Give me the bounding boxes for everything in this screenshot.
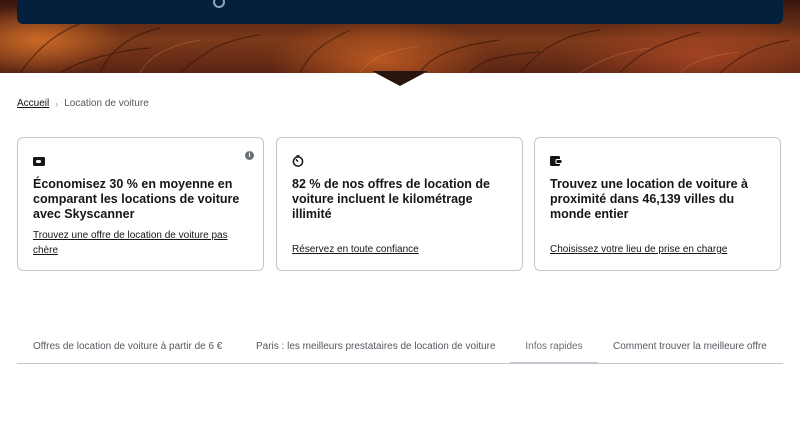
tab-best-offer[interactable]: Comment trouver la meilleure offre (613, 336, 767, 362)
tab-paris-providers[interactable]: Paris : les meilleurs prestataires de lo… (256, 336, 496, 362)
card-title: Économisez 30 % en moyenne en comparant … (33, 177, 240, 221)
card-savings: i Économisez 30 % en moyenne en comparan… (17, 137, 264, 271)
tab-car-deals[interactable]: Offres de location de voiture à partir d… (33, 336, 222, 362)
card-title: Trouvez une location de voiture à proxim… (550, 177, 748, 221)
card-link[interactable]: Choisissez votre lieu de prise en charge (550, 242, 765, 257)
search-icon (213, 0, 225, 8)
stopwatch-icon (292, 155, 304, 167)
card-link[interactable]: Trouvez une offre de location de voiture… (33, 228, 248, 258)
breadcrumb: Accueil › Location de voiture (17, 98, 149, 109)
breadcrumb-home-link[interactable]: Accueil (17, 98, 49, 109)
wallet-icon (33, 157, 45, 166)
tab-quick-info[interactable]: Infos rapides (510, 336, 598, 364)
search-panel (17, 0, 783, 24)
purse-icon (550, 156, 562, 166)
card-title: 82 % de nos offres de location de voitur… (292, 177, 490, 221)
hero-banner (0, 0, 800, 73)
card-locations: Trouvez une location de voiture à proxim… (534, 137, 781, 271)
card-link[interactable]: Réservez en toute confiance (292, 242, 507, 257)
card-mileage: 82 % de nos offres de location de voitur… (276, 137, 523, 271)
info-icon[interactable]: i (245, 151, 254, 160)
tab-bar: Offres de location de voiture à partir d… (17, 336, 783, 364)
hero-notch (372, 71, 428, 86)
breadcrumb-current: Location de voiture (64, 98, 149, 109)
chevron-right-icon: › (55, 98, 59, 109)
